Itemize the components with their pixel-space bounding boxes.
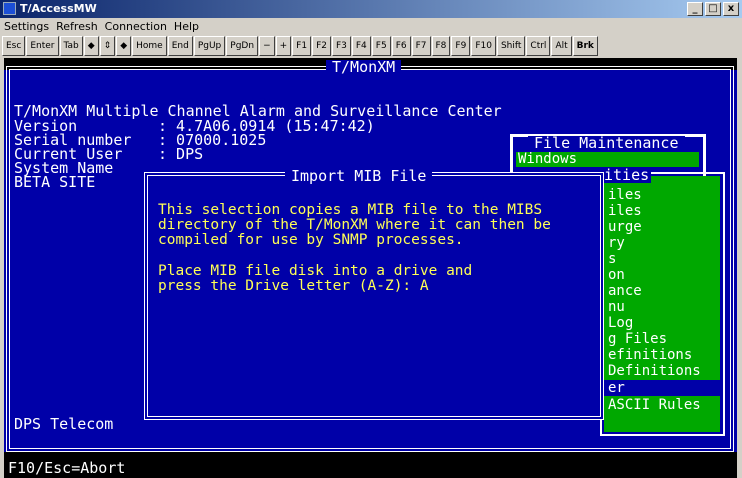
util-item-4[interactable]: ry (608, 236, 625, 251)
util-item-5[interactable]: s (608, 252, 616, 267)
key-pgup[interactable]: PgUp (193, 36, 226, 56)
key-plus[interactable]: + (275, 36, 292, 56)
key-updown-icon[interactable]: ⇕ (99, 36, 116, 56)
utilities-menu-title: ities (602, 166, 652, 184)
terminal-screen[interactable]: T/MonXM T/MonXM Multiple Channel Alarm a… (4, 58, 737, 478)
file-menu-selected[interactable]: Windows (516, 152, 699, 167)
util-item-7[interactable]: ance (608, 284, 642, 299)
key-minus[interactable]: − (259, 36, 275, 56)
key-alt[interactable]: Alt (551, 36, 572, 56)
util-item-12[interactable]: Definitions (608, 364, 701, 379)
title-bar: T/AccessMW _ □ x (0, 0, 742, 18)
util-item-6[interactable]: on (608, 268, 625, 283)
status-line: F10/Esc=Abort (8, 459, 126, 477)
menu-help[interactable]: Help (170, 18, 202, 33)
key-f4[interactable]: F4 (351, 36, 371, 56)
key-f2[interactable]: F2 (312, 36, 331, 56)
close-button[interactable]: x (723, 2, 739, 16)
key-f7[interactable]: F7 (411, 36, 431, 56)
util-item-1[interactable]: iles (608, 188, 642, 203)
key-pgdn[interactable]: PgDn (226, 36, 259, 56)
key-f5[interactable]: F5 (371, 36, 391, 56)
util-item-9[interactable]: Log (608, 316, 633, 331)
import-dialog-title: Import MIB File (285, 169, 433, 184)
util-item-8[interactable]: nu (608, 300, 625, 315)
key-f8[interactable]: F8 (431, 36, 451, 56)
key-f1[interactable]: F1 (292, 36, 312, 56)
key-shift[interactable]: Shift (496, 36, 526, 56)
key-f10[interactable]: F10 (471, 36, 496, 56)
user-value: : DPS (158, 145, 204, 163)
key-home[interactable]: Home (132, 36, 167, 56)
key-brk[interactable]: Brk (572, 36, 598, 56)
dialog-line-3: compiled for use by SNMP processes. (158, 232, 464, 248)
window-title: T/AccessMW (20, 2, 97, 15)
util-item-13[interactable]: er (608, 381, 625, 396)
key-right-icon[interactable]: ◆ (116, 36, 132, 56)
util-item-14[interactable]: ASCII Rules (608, 398, 701, 413)
drive-letter-prompt[interactable]: press the Drive letter (A-Z): A (158, 279, 429, 294)
maximize-button[interactable]: □ (705, 2, 721, 16)
menu-settings[interactable]: Settings (0, 18, 52, 33)
company-name: DPS Telecom (14, 415, 114, 433)
util-item-10[interactable]: g Files (608, 332, 667, 347)
menu-bar: Settings Refresh Connection Help (0, 18, 742, 34)
key-toolbar: Esc Enter Tab ◆ ⇕ ◆ Home End PgUp PgDn −… (2, 36, 598, 56)
screen-title: T/MonXM (326, 60, 402, 75)
key-left-icon[interactable]: ◆ (83, 36, 99, 56)
menu-connection[interactable]: Connection (101, 18, 170, 33)
util-item-3[interactable]: urge (608, 220, 642, 235)
key-tab[interactable]: Tab (59, 36, 83, 56)
key-f6[interactable]: F6 (391, 36, 411, 56)
key-enter[interactable]: Enter (26, 36, 59, 56)
site-name: BETA SITE (14, 173, 96, 191)
minimize-button[interactable]: _ (687, 2, 703, 16)
key-f3[interactable]: F3 (331, 36, 351, 56)
app-icon (3, 2, 16, 15)
util-item-2[interactable]: iles (608, 204, 642, 219)
key-f9[interactable]: F9 (451, 36, 471, 56)
dialog-line-2: directory of the T/MonXM where it can th… (158, 217, 551, 233)
file-menu-item-windows[interactable]: Windows (518, 152, 577, 167)
dialog-line-1: This selection copies a MIB file to the … (158, 202, 543, 218)
file-menu-title: File Maintenance (528, 136, 685, 151)
util-item-11[interactable]: efinitions (608, 348, 692, 363)
key-ctrl[interactable]: Ctrl (526, 36, 551, 56)
key-esc[interactable]: Esc (2, 36, 26, 56)
menu-refresh[interactable]: Refresh (52, 18, 101, 33)
key-end[interactable]: End (167, 36, 193, 56)
dialog-line-5: Place MIB file disk into a drive and (158, 263, 473, 279)
